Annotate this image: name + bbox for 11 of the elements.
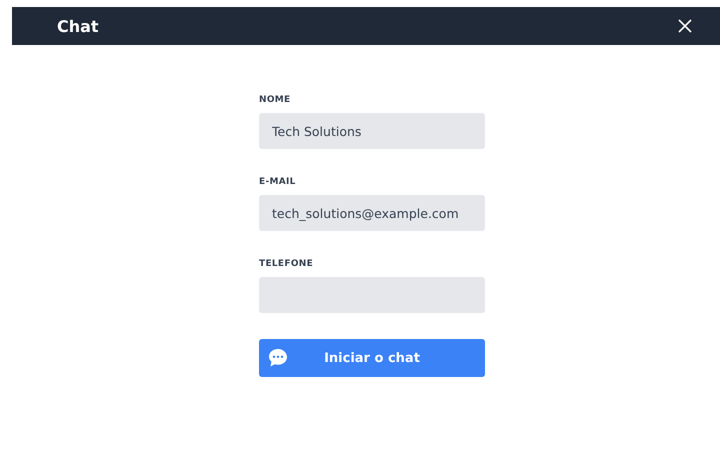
close-icon	[678, 19, 692, 33]
chat-icon	[268, 348, 288, 368]
input-field[interactable]: tech_solutions@example.com	[259, 195, 485, 231]
input-field[interactable]	[259, 277, 485, 313]
field-label: E-MAIL	[259, 177, 296, 187]
close-button[interactable]	[678, 19, 692, 33]
field-label: NOME	[259, 95, 290, 105]
input-field[interactable]: Tech Solutions	[259, 113, 485, 149]
start-chat-button[interactable]: Iniciar o chat	[259, 339, 485, 377]
field-label: TELEFONE	[259, 259, 314, 269]
window-title: Chat	[57, 16, 99, 36]
